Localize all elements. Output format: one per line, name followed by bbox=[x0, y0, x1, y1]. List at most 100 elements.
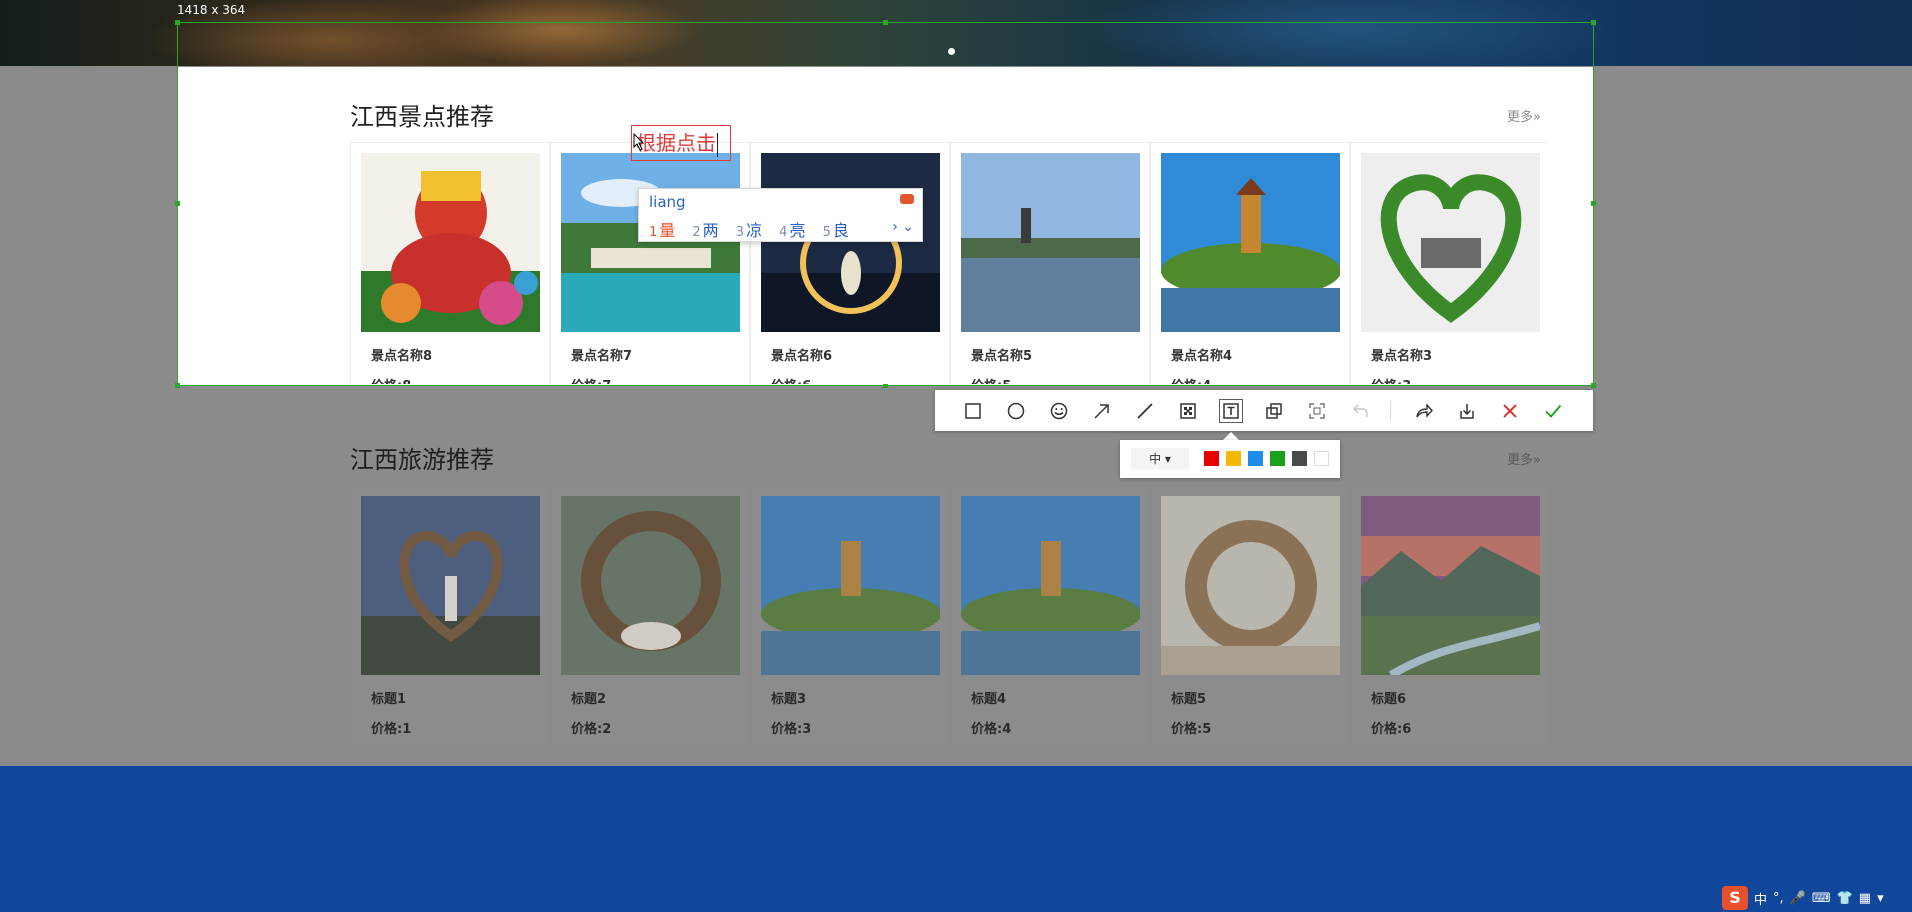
text-icon[interactable] bbox=[1219, 399, 1243, 423]
download-icon[interactable] bbox=[1455, 399, 1479, 423]
scenic-card[interactable]: 景点名称7 价格:7 bbox=[550, 142, 750, 384]
card-price: 价格:6 bbox=[1371, 722, 1412, 737]
resize-handle-se[interactable] bbox=[1591, 383, 1596, 388]
scenic-card[interactable]: 景点名称3 价格:3 bbox=[1350, 142, 1548, 384]
card-price: 价格:3 bbox=[1371, 375, 1411, 384]
resize-handle-e[interactable] bbox=[1591, 201, 1596, 206]
card-name: 景点名称7 bbox=[571, 349, 633, 364]
card-price: 价格:5 bbox=[1171, 722, 1212, 737]
ime-skin-icon[interactable] bbox=[900, 194, 914, 204]
card-image bbox=[561, 153, 740, 332]
ellipse-icon[interactable] bbox=[1004, 399, 1028, 423]
card-name: 景点名称4 bbox=[1171, 349, 1233, 364]
ime-candidate[interactable]: 1量 bbox=[649, 217, 675, 241]
color-swatch-gray[interactable] bbox=[1292, 451, 1307, 466]
card-name: 景点名称3 bbox=[1371, 349, 1433, 364]
keyboard-icon[interactable]: ⌨ bbox=[1812, 891, 1831, 906]
card-image bbox=[761, 153, 940, 332]
resize-handle-sw[interactable] bbox=[175, 383, 180, 388]
share-icon[interactable] bbox=[1412, 399, 1436, 423]
card-name: 景点名称5 bbox=[971, 349, 1033, 364]
resize-handle-w[interactable] bbox=[175, 201, 180, 206]
card-image bbox=[1161, 153, 1340, 332]
line-icon[interactable] bbox=[1133, 399, 1157, 423]
annotation-text: 根据点击 bbox=[636, 131, 716, 155]
scenic-card-list: 景点名称8 价格:8 景点名称7 价格:7 景点名称6 价格:6 bbox=[350, 142, 1548, 384]
arrow-icon[interactable] bbox=[1090, 399, 1114, 423]
confirm-icon[interactable] bbox=[1541, 399, 1565, 423]
text-style-palette: 中 ▾ bbox=[1120, 440, 1340, 478]
ime-candidate[interactable]: 3凉 bbox=[736, 217, 762, 241]
ocr-icon[interactable] bbox=[1305, 399, 1329, 423]
color-swatch-green[interactable] bbox=[1270, 451, 1285, 466]
selection-size-label: 1418 x 364 bbox=[177, 3, 246, 17]
travel-card[interactable]: 标题1 价格:1 bbox=[350, 485, 550, 749]
card-image bbox=[961, 153, 1140, 332]
annotation-text-box[interactable]: 根据点击 bbox=[631, 125, 731, 161]
resize-handle-n[interactable] bbox=[883, 20, 888, 25]
card-price: 价格:4 bbox=[971, 722, 1012, 737]
ime-candidate[interactable]: 4亮 bbox=[779, 217, 805, 241]
travel-card[interactable]: 标题6 价格:6 bbox=[1350, 485, 1550, 749]
rectangle-icon[interactable] bbox=[961, 399, 985, 423]
card-name: 景点名称8 bbox=[371, 349, 433, 364]
more-link-scenic[interactable]: 更多» bbox=[1507, 106, 1541, 125]
card-image bbox=[361, 496, 540, 675]
ime-candidate[interactable]: 5良 bbox=[823, 217, 849, 241]
color-swatch-yellow[interactable] bbox=[1226, 451, 1241, 466]
card-image bbox=[761, 496, 940, 675]
resize-handle-nw[interactable] bbox=[175, 20, 180, 25]
punctuation-icon[interactable]: °, bbox=[1773, 891, 1784, 906]
resize-handle-ne[interactable] bbox=[1591, 20, 1596, 25]
card-name: 标题1 bbox=[371, 692, 407, 707]
ime-candidate-window: liang 1量 2两 3凉 4亮 5良 › ⌄ bbox=[638, 188, 923, 242]
travel-card[interactable]: 标题4 价格:4 bbox=[950, 485, 1150, 749]
mosaic-icon[interactable] bbox=[1176, 399, 1200, 423]
ime-candidate[interactable]: 2两 bbox=[692, 217, 718, 241]
palette-pointer bbox=[1223, 432, 1239, 440]
sogou-ime-icon[interactable]: S bbox=[1722, 886, 1748, 910]
card-price: 价格:4 bbox=[1171, 375, 1211, 384]
ime-mode-indicator[interactable]: 中 bbox=[1754, 889, 1767, 908]
travel-card[interactable]: 标题5 价格:5 bbox=[1150, 485, 1350, 749]
scenic-card[interactable]: 景点名称5 价格:5 bbox=[950, 142, 1150, 384]
card-image bbox=[1361, 153, 1540, 332]
scenic-card[interactable]: 景点名称4 价格:4 bbox=[1150, 142, 1350, 384]
screenshot-capture-page: 1418 x 364 江西景点推荐 更多» 景点名称8 价格:8 bbox=[0, 0, 1912, 912]
card-name: 标题4 bbox=[971, 692, 1007, 707]
color-swatch-red[interactable] bbox=[1204, 451, 1219, 466]
card-price: 价格:3 bbox=[771, 722, 812, 737]
mouse-cursor-icon bbox=[633, 133, 645, 151]
color-swatch-blue[interactable] bbox=[1248, 451, 1263, 466]
card-price: 价格:6 bbox=[771, 375, 811, 384]
text-caret bbox=[717, 132, 718, 157]
card-price: 价格:7 bbox=[571, 375, 611, 384]
emoji-icon[interactable] bbox=[1047, 399, 1071, 423]
skin-icon[interactable]: 👕 bbox=[1837, 891, 1853, 906]
toolbox-icon[interactable]: ▦ bbox=[1859, 891, 1871, 906]
section-title-scenic: 江西景点推荐 bbox=[350, 103, 494, 131]
tray-expand-icon[interactable]: ▾ bbox=[1877, 891, 1884, 906]
travel-card[interactable]: 标题2 价格:2 bbox=[550, 485, 750, 749]
ime-page-nav[interactable]: › ⌄ bbox=[892, 219, 914, 235]
card-name: 标题6 bbox=[1371, 692, 1407, 707]
microphone-icon[interactable]: 🎤 bbox=[1790, 891, 1806, 906]
page-footer bbox=[0, 766, 1912, 912]
toolbar-separator bbox=[1390, 401, 1391, 420]
carousel-indicator-dot[interactable] bbox=[948, 48, 955, 55]
screenshot-toolbar bbox=[935, 390, 1593, 431]
sequence-icon[interactable] bbox=[1262, 399, 1286, 423]
ime-candidate-list: 1量 2两 3凉 4亮 5良 bbox=[649, 217, 861, 241]
card-image bbox=[561, 496, 740, 675]
card-name: 标题3 bbox=[771, 692, 807, 707]
color-swatch-white[interactable] bbox=[1314, 451, 1329, 466]
close-icon[interactable] bbox=[1498, 399, 1522, 423]
undo-icon[interactable] bbox=[1348, 399, 1372, 423]
scenic-card[interactable]: 景点名称8 价格:8 bbox=[350, 142, 550, 384]
travel-card[interactable]: 标题3 价格:3 bbox=[750, 485, 950, 749]
travel-card-list: 标题1 价格:1 标题2 价格:2 标题3 价格:3 标题4 价格:4 标题5 … bbox=[350, 485, 1550, 749]
more-link-travel[interactable]: 更多» bbox=[1507, 449, 1541, 468]
card-price: 价格:1 bbox=[371, 722, 412, 737]
font-size-select[interactable]: 中 ▾ bbox=[1131, 448, 1189, 470]
scenic-card[interactable]: 景点名称6 价格:6 bbox=[750, 142, 950, 384]
